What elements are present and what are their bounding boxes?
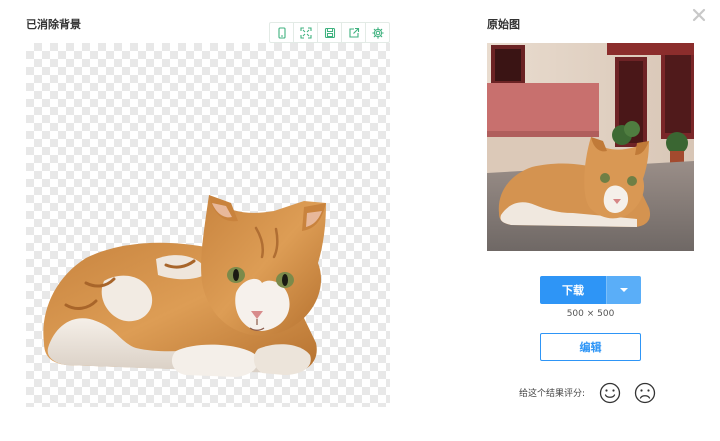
mobile-preview-button[interactable] — [270, 23, 294, 42]
cat-cutout-image — [43, 195, 326, 377]
original-image[interactable] — [487, 43, 694, 251]
rate-good-button[interactable] — [599, 382, 621, 404]
save-button[interactable] — [318, 23, 342, 42]
settings-button[interactable] — [366, 23, 389, 42]
rate-bad-button[interactable] — [634, 382, 656, 404]
save-icon — [324, 27, 335, 38]
original-title: 原始图 — [487, 18, 520, 31]
fullscreen-icon — [299, 26, 312, 39]
original-photo — [487, 43, 694, 251]
result-preview[interactable] — [26, 43, 390, 407]
result-toolbar — [269, 22, 390, 43]
smile-icon — [599, 382, 621, 404]
mobile-icon — [277, 26, 286, 39]
edit-button[interactable]: 编辑 — [540, 333, 641, 361]
download-button[interactable]: 下载 — [540, 276, 606, 304]
fullscreen-button[interactable] — [294, 23, 318, 42]
gear-icon — [371, 26, 384, 39]
remove-background-dialog: 已消除背景 原始图 下载 500 × 500 编辑 给这个结果评分: — [0, 0, 720, 441]
close-icon — [692, 8, 706, 22]
caret-down-icon — [620, 287, 628, 292]
frown-icon — [634, 382, 656, 404]
close-button[interactable] — [690, 6, 708, 24]
share-button[interactable] — [342, 23, 366, 42]
download-options-button[interactable] — [606, 276, 641, 304]
share-icon — [348, 27, 359, 38]
image-dimensions: 500 × 500 — [566, 309, 615, 319]
result-title: 已消除背景 — [26, 18, 81, 31]
rating-label: 给这个结果评分: — [519, 389, 586, 399]
download-split-button: 下载 — [540, 276, 641, 304]
